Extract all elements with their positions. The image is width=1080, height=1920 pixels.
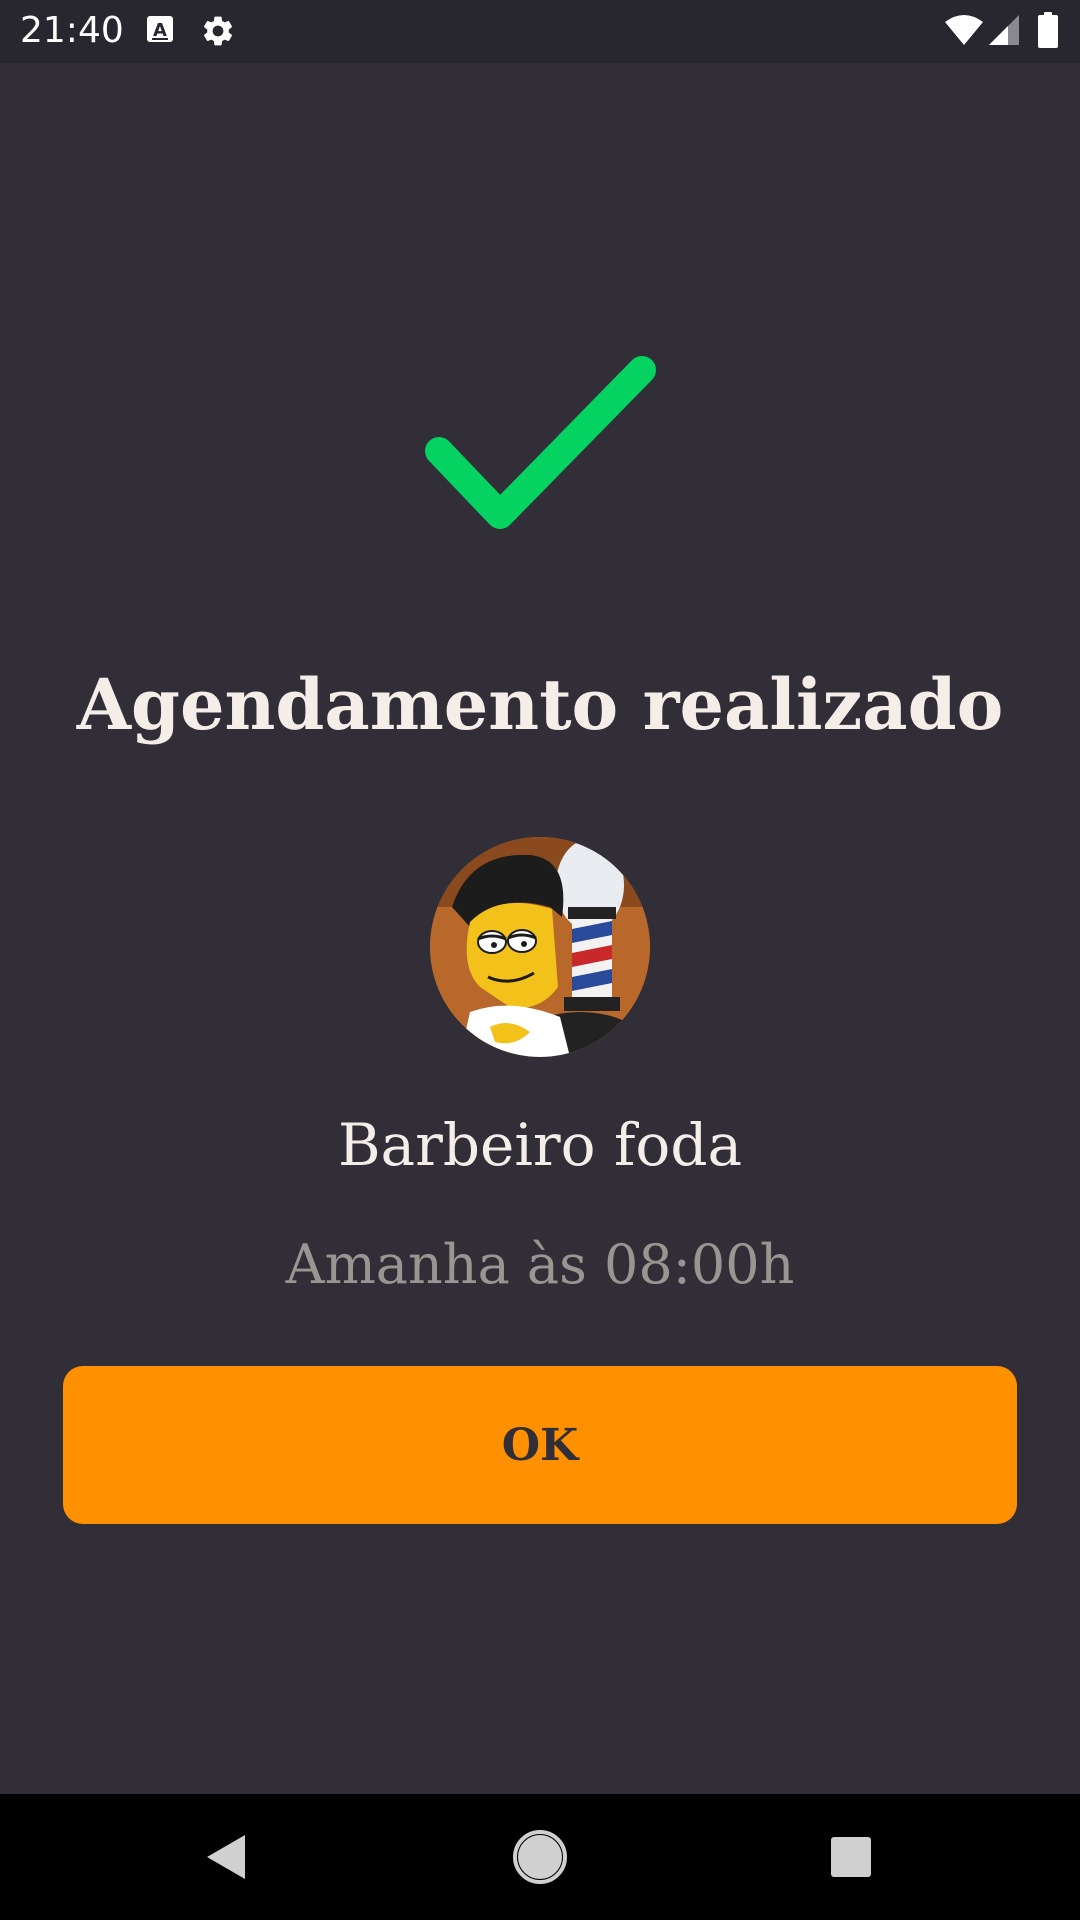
appointment-date: Amanha às 08:00h: [285, 1233, 795, 1296]
provider-avatar: [430, 837, 650, 1057]
ok-button-label: OK: [501, 1419, 579, 1471]
status-time: 21:40: [20, 10, 124, 51]
keyboard-a-icon: A: [146, 14, 174, 52]
appointment-created-screen: 21:40 A Agendamento realizado Barbeiro f…: [0, 0, 1080, 1920]
system-navigation-bar: [0, 1794, 1080, 1920]
provider-name: Barbeiro foda: [337, 1111, 743, 1179]
settings-gear-icon: [200, 13, 236, 51]
cell-signal-icon: [988, 14, 1020, 52]
home-icon[interactable]: [495, 1812, 585, 1902]
wifi-icon: [944, 14, 984, 52]
recents-icon[interactable]: [806, 1812, 896, 1902]
status-bar: 21:40 A: [0, 0, 1080, 63]
back-icon[interactable]: [180, 1812, 270, 1902]
page-title: Agendamento realizado: [76, 663, 1004, 746]
battery-icon: [1038, 12, 1058, 50]
ok-button[interactable]: OK: [63, 1366, 1017, 1524]
checkmark-icon: [415, 355, 665, 540]
svg-text:A: A: [153, 20, 167, 41]
